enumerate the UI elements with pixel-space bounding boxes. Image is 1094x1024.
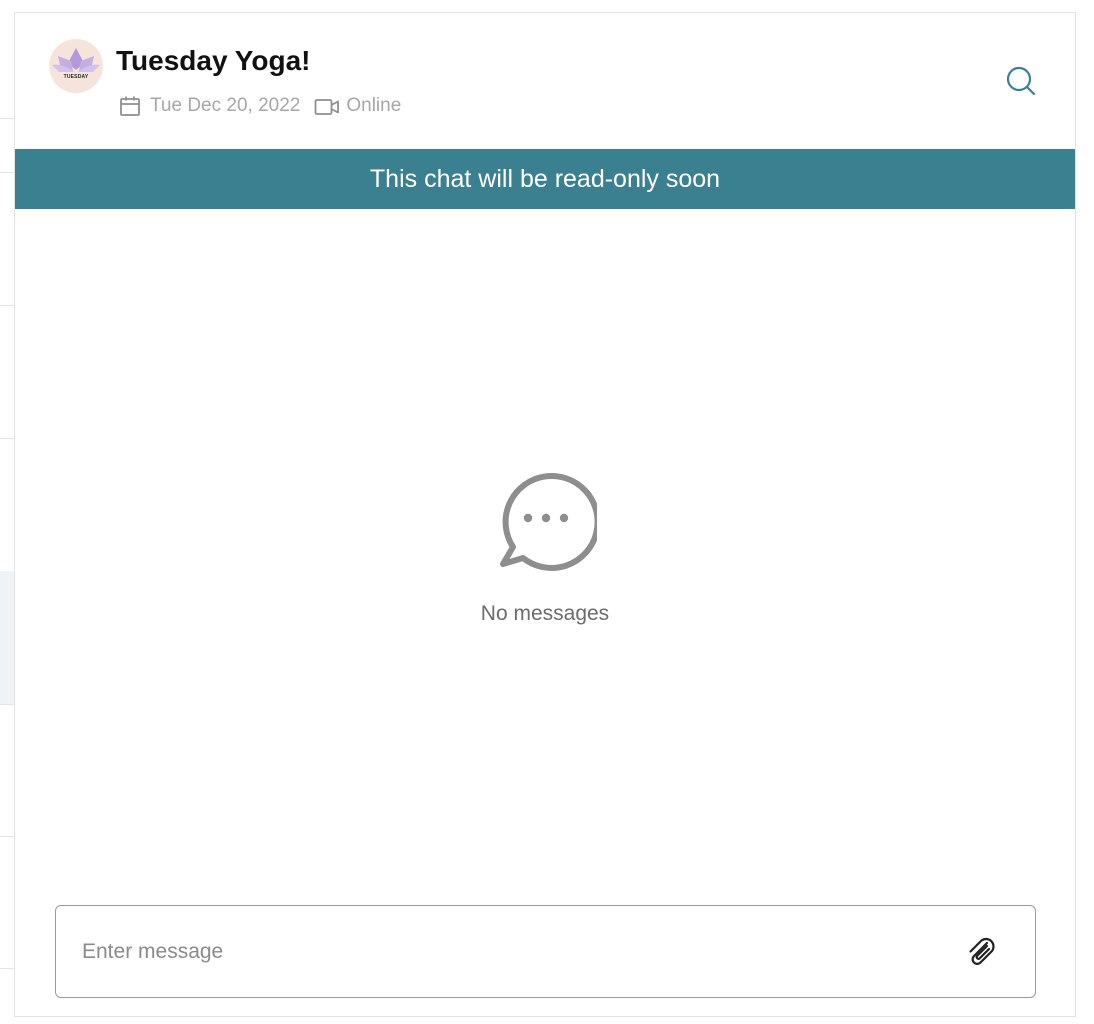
chat-title: Tuesday Yoga! xyxy=(116,45,311,76)
chat-header: TUESDAY Tuesday Yoga! Tue Dec 20, 2022 O… xyxy=(15,13,1075,149)
read-only-banner: This chat will be read-only soon xyxy=(15,149,1075,209)
list-item-selected-edge xyxy=(0,571,14,704)
list-divider xyxy=(0,968,14,969)
chat-bubble-icon xyxy=(500,473,597,571)
list-divider xyxy=(0,704,14,705)
avatar-label: TUESDAY xyxy=(63,74,89,80)
list-divider xyxy=(0,438,14,439)
group-avatar: TUESDAY xyxy=(49,39,103,93)
list-divider xyxy=(0,305,14,306)
video-camera-icon xyxy=(314,95,340,117)
list-divider xyxy=(0,118,14,119)
lotus-logo xyxy=(52,48,100,72)
chat-panel: TUESDAY Tuesday Yoga! Tue Dec 20, 2022 O… xyxy=(14,12,1076,1017)
list-divider xyxy=(0,172,14,173)
search-button[interactable] xyxy=(1001,61,1041,101)
event-location: Online xyxy=(346,95,402,116)
list-divider xyxy=(0,836,14,837)
empty-state: No messages xyxy=(15,468,1075,626)
attach-button[interactable] xyxy=(960,930,1004,974)
search-icon xyxy=(1006,66,1036,96)
paperclip-icon xyxy=(969,937,995,965)
background-list-edge xyxy=(0,0,14,1024)
event-meta: Tue Dec 20, 2022 Online xyxy=(119,94,401,118)
message-composer xyxy=(55,905,1036,998)
page: TUESDAY Tuesday Yoga! Tue Dec 20, 2022 O… xyxy=(0,0,1094,1024)
empty-state-text: No messages xyxy=(480,602,610,625)
message-input[interactable] xyxy=(82,906,942,997)
event-date: Tue Dec 20, 2022 xyxy=(150,95,301,116)
calendar-icon xyxy=(119,95,141,117)
